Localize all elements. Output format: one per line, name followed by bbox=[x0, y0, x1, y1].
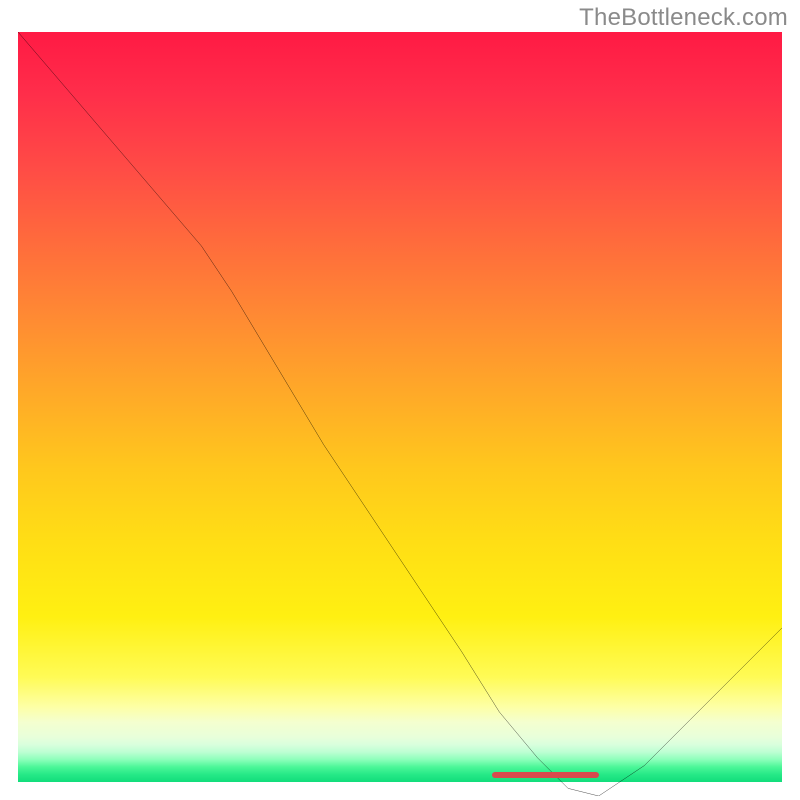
bottleneck-curve bbox=[18, 32, 782, 796]
optimal-range-marker bbox=[492, 772, 599, 779]
plot-area bbox=[18, 32, 782, 782]
attribution-label: TheBottleneck.com bbox=[579, 4, 788, 32]
chart-canvas: TheBottleneck.com bbox=[0, 0, 800, 800]
line-path-layer bbox=[18, 32, 782, 796]
